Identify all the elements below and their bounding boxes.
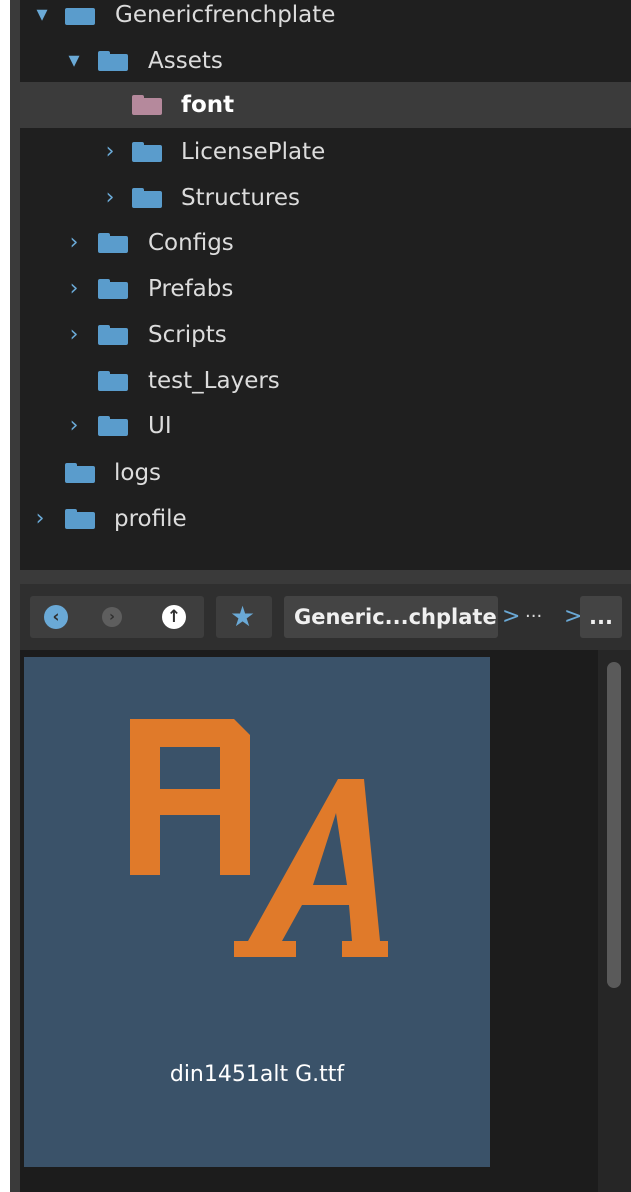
- tree-item-configs[interactable]: › Configs: [20, 220, 631, 266]
- folder-icon: [98, 416, 128, 436]
- tree-item-label: Genericfrenchplate: [115, 2, 336, 28]
- window-edge: [0, 0, 10, 1192]
- chevron-right-icon[interactable]: ›: [30, 496, 50, 542]
- chevron-right-icon[interactable]: ›: [64, 266, 84, 312]
- tree-item-label: LicensePlate: [181, 139, 326, 165]
- folder-icon: [98, 325, 128, 345]
- back-arrow-icon[interactable]: ‹: [44, 605, 68, 629]
- folder-open-icon: [98, 51, 128, 71]
- folder-icon: [65, 509, 95, 529]
- folder-open-icon: [65, 5, 95, 25]
- chevron-right-icon[interactable]: ›: [100, 175, 120, 221]
- tree-item-label: UI: [148, 413, 172, 439]
- folder-icon: [132, 95, 162, 115]
- tree-item-profile[interactable]: › profile: [20, 496, 631, 542]
- asset-browser: din1451alt G.ttf: [20, 650, 631, 1192]
- tree-item-licenseplate[interactable]: › LicensePlate: [20, 129, 631, 175]
- breadcrumb-separator: >: [502, 604, 521, 629]
- tree-item-label: font: [181, 92, 235, 118]
- breadcrumb-more-button[interactable]: ...: [580, 596, 622, 638]
- tree-item-ui[interactable]: › UI: [20, 403, 631, 449]
- font-file-icon: [130, 719, 388, 957]
- tree-item-test-layers[interactable]: test_Layers: [20, 358, 631, 404]
- chevron-right-icon[interactable]: ›: [64, 220, 84, 266]
- tree-item-label: Structures: [181, 185, 300, 211]
- panel-splitter[interactable]: [20, 570, 631, 584]
- folder-icon: [65, 463, 95, 483]
- chevron-down-icon[interactable]: ▾: [64, 38, 84, 84]
- chevron-right-icon[interactable]: ›: [64, 312, 84, 358]
- nav-button-group: ‹ › ↑: [30, 596, 204, 638]
- up-arrow-icon[interactable]: ↑: [162, 605, 186, 629]
- tree-item-label: Configs: [148, 230, 234, 256]
- scrollbar-thumb[interactable]: [607, 662, 621, 988]
- breadcrumb-ellipsis[interactable]: ···: [525, 596, 542, 638]
- asset-tile[interactable]: din1451alt G.ttf: [24, 657, 490, 1167]
- folder-tree: ▾ Genericfrenchplate ▾ Assets font › Lic…: [20, 0, 631, 570]
- tree-item-label: logs: [114, 460, 162, 486]
- folder-icon: [98, 371, 128, 391]
- scrollbar[interactable]: [598, 650, 631, 1192]
- navigation-toolbar: ‹ › ↑ ★ Generic...chplate > ··· > ...: [20, 584, 631, 650]
- star-icon: ★: [230, 600, 256, 633]
- tree-item-label: Assets: [148, 48, 223, 74]
- tree-item-label: Prefabs: [148, 276, 234, 302]
- chevron-right-icon[interactable]: ›: [100, 129, 120, 175]
- tree-item-logs[interactable]: logs: [20, 450, 631, 496]
- folder-icon: [98, 233, 128, 253]
- tree-item-font[interactable]: font: [20, 82, 631, 128]
- folder-icon: [98, 279, 128, 299]
- asset-file-name: din1451alt G.ttf: [169, 1062, 345, 1087]
- chevron-down-icon[interactable]: ▾: [32, 0, 52, 38]
- tree-item-genericfrenchplate[interactable]: ▾ Genericfrenchplate: [20, 0, 631, 38]
- folder-icon: [132, 142, 162, 162]
- breadcrumb-root[interactable]: Generic...chplate: [284, 596, 498, 638]
- forward-arrow-icon[interactable]: ›: [102, 607, 122, 627]
- favorite-button[interactable]: ★: [216, 596, 272, 638]
- folder-icon: [132, 188, 162, 208]
- left-panel-border: [10, 0, 20, 1192]
- tree-item-label: Scripts: [148, 322, 227, 348]
- tree-item-label: profile: [114, 506, 187, 532]
- tree-item-label: test_Layers: [148, 368, 280, 394]
- file-explorer: ▾ Genericfrenchplate ▾ Assets font › Lic…: [0, 0, 631, 1192]
- chevron-right-icon[interactable]: ›: [64, 403, 84, 449]
- tree-item-prefabs[interactable]: › Prefabs: [20, 266, 631, 312]
- tree-item-structures[interactable]: › Structures: [20, 175, 631, 221]
- tree-item-scripts[interactable]: › Scripts: [20, 312, 631, 358]
- tree-item-assets[interactable]: ▾ Assets: [20, 38, 631, 84]
